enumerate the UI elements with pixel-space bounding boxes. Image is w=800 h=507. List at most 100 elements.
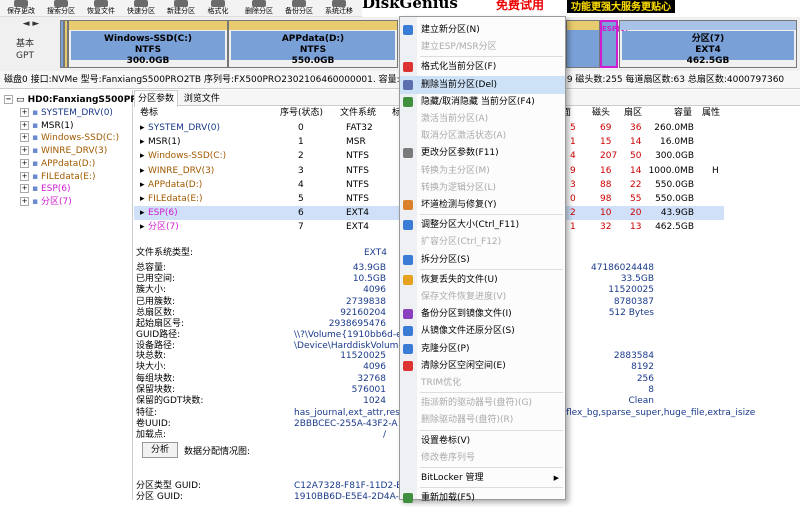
- detail-key: 总容量:: [136, 263, 167, 273]
- save-icon: [14, 0, 28, 7]
- menu-item[interactable]: 从镜像文件还原分区(S): [400, 322, 565, 340]
- detail-value: \\?\Volume{1910bb6d-e: [294, 330, 402, 341]
- menu-item-icon: [403, 309, 413, 320]
- partition-seg-esp[interactable]: ESP(6): [600, 20, 628, 68]
- row-cylinder: 1: [570, 137, 576, 148]
- tree-item-label: Windows-SSD(C:): [40, 133, 120, 144]
- row-size: 550.0GB: [655, 179, 694, 190]
- partition-seg-c[interactable]: Windows-SSD(C:) NTFS 300.0GB: [68, 20, 228, 68]
- menu-item-icon: [403, 25, 413, 35]
- expand-icon[interactable]: +: [20, 108, 29, 117]
- row-checkbox[interactable]: ▸: [140, 121, 145, 135]
- partition-seg-d[interactable]: APPdata(D:) NTFS 550.0GB: [228, 20, 398, 68]
- menu-item[interactable]: 备份分区到镜像文件(I): [400, 305, 565, 323]
- menu-item[interactable]: 更改分区参数(F11): [400, 144, 565, 162]
- menu-item[interactable]: BitLocker 管理 ▶: [400, 469, 565, 487]
- row-checkbox[interactable]: ▸: [140, 220, 145, 234]
- backup-partition-button[interactable]: 备份分区: [280, 0, 318, 17]
- menu-item-icon: [403, 79, 413, 90]
- menu-item[interactable]: 重新加载(F5): [400, 489, 565, 507]
- partition-icon: ▪: [32, 158, 41, 169]
- expand-icon[interactable]: +: [20, 196, 29, 206]
- col-header-fs[interactable]: 文件系统: [340, 106, 376, 120]
- expand-icon[interactable]: +: [20, 133, 29, 143]
- tab-partition-params[interactable]: 分区参数: [134, 90, 179, 107]
- collapse-icon[interactable]: −: [4, 95, 13, 104]
- row-checkbox[interactable]: ▸: [140, 135, 145, 149]
- menu-item[interactable]: 拆分分区(S): [400, 251, 565, 269]
- partition-seg-7[interactable]: 分区(7) EXT4 462.5GB: [619, 20, 797, 68]
- menu-item[interactable]: 调整分区大小(Ctrl_F11): [400, 216, 565, 234]
- system-migration-button[interactable]: 系统迁移: [320, 0, 358, 17]
- menu-item[interactable]: 坏道检测与修复(Y): [400, 196, 565, 214]
- row-head: 32: [600, 222, 612, 233]
- col-header-index[interactable]: 序号(状态): [280, 106, 323, 120]
- col-header-size[interactable]: 容量: [674, 106, 692, 120]
- row-label: MSR(1): [148, 137, 181, 148]
- row-checkbox[interactable]: ▸: [140, 206, 145, 220]
- col-header-sector[interactable]: 扇区: [624, 106, 642, 120]
- row-checkbox[interactable]: ▸: [140, 192, 145, 206]
- tree-item[interactable]: + ▪ Windows-SSD(C:): [20, 132, 119, 144]
- recover-files-button[interactable]: 恢复文件: [82, 0, 120, 17]
- search-partition-button[interactable]: 搜索分区: [42, 0, 80, 17]
- row-checkbox[interactable]: ▸: [140, 164, 145, 178]
- disk-nav-arrows[interactable]: ◄ ►: [11, 18, 51, 30]
- row-checkbox[interactable]: ▸: [140, 178, 145, 192]
- menu-item[interactable]: 恢复丢失的文件(U): [400, 271, 565, 289]
- tree-item[interactable]: + ▪ ESP(6): [20, 183, 71, 195]
- expand-icon[interactable]: +: [20, 184, 29, 194]
- menu-item: 删除驱动器号(盘符)(R): [400, 411, 565, 429]
- save-changes-button[interactable]: 保存更改: [2, 0, 40, 17]
- row-head: 16: [600, 165, 612, 176]
- row-head: 88: [600, 179, 612, 190]
- menu-item-label: 调整分区大小(Ctrl_F11): [421, 220, 520, 231]
- menu-item[interactable]: 建立新分区(N): [400, 21, 565, 39]
- menu-item[interactable]: 克隆分区(P): [400, 340, 565, 358]
- format-icon: [211, 0, 225, 7]
- row-cylinder: 9: [570, 165, 576, 176]
- tree-item[interactable]: + ▪ 分区(7): [20, 196, 72, 208]
- tree-item[interactable]: + ▪ WINRE_DRV(3): [20, 145, 107, 157]
- tree-item[interactable]: + ▪ APPdata(D:): [20, 158, 95, 170]
- analyze-button[interactable]: 分析: [142, 442, 178, 458]
- row-checkbox[interactable]: ▸: [140, 149, 145, 163]
- detail-value: 4096: [363, 362, 386, 373]
- row-label: Windows-SSD(C:): [148, 151, 227, 162]
- col-header-label[interactable]: 卷标: [140, 106, 158, 120]
- col-header-attr[interactable]: 属性: [702, 106, 720, 120]
- tree-disk-node[interactable]: − ▭ HD0:FanxiangS500PRO: [4, 94, 145, 106]
- detail-value: 2BBBCEC-255A-43F2-A: [294, 418, 398, 429]
- menu-item[interactable]: 删除当前分区(Del): [400, 75, 565, 94]
- tree-item[interactable]: + ▪ MSR(1): [20, 120, 73, 132]
- partition-seg-e[interactable]: [566, 20, 600, 68]
- delete-partition-button[interactable]: 删除分区: [240, 0, 278, 17]
- row-label: SYSTEM_DRV(0): [148, 123, 220, 133]
- col-header-head[interactable]: 磁头: [592, 106, 610, 120]
- disk-tree: − ▭ HD0:FanxiangS500PRO + ▪ SYSTEM_DRV(0) +…: [0, 90, 145, 500]
- expand-icon[interactable]: +: [20, 146, 29, 156]
- detail-key: 分区 GUID:: [136, 492, 184, 502]
- tree-item[interactable]: + ▪ FILEdata(E:): [20, 171, 96, 183]
- format-button[interactable]: 格式化: [202, 0, 234, 17]
- expand-icon[interactable]: +: [20, 120, 29, 130]
- menu-separator: [420, 429, 563, 431]
- row-size: 260.0MB: [654, 123, 694, 133]
- new-partition-button[interactable]: 新建分区: [162, 0, 200, 17]
- expand-icon[interactable]: +: [20, 158, 29, 168]
- row-index: 1: [298, 137, 304, 148]
- detail-value-right: 8192: [631, 362, 654, 373]
- tree-item[interactable]: + ▪ SYSTEM_DRV(0): [20, 107, 113, 119]
- expand-icon[interactable]: +: [20, 171, 29, 181]
- disk-label: ◄ ► 基本 GPT: [6, 19, 44, 62]
- menu-item[interactable]: 设置卷标(V): [400, 432, 565, 450]
- row-fs: EXT4: [346, 208, 369, 219]
- partition-icon: ▪: [32, 108, 41, 118]
- detail-value: C12A7328-F81F-11D2-B: [294, 481, 403, 491]
- detail-value: 2938695476: [328, 319, 386, 329]
- menu-item[interactable]: 清除分区空闲空间(E): [400, 357, 565, 375]
- quick-partition-button[interactable]: 快速分区: [122, 0, 160, 17]
- menu-item[interactable]: 格式化当前分区(F): [400, 58, 565, 76]
- tab-browse-files[interactable]: 浏览文件: [181, 91, 223, 107]
- menu-item[interactable]: 隐藏/取消隐藏 当前分区(F4): [400, 93, 565, 111]
